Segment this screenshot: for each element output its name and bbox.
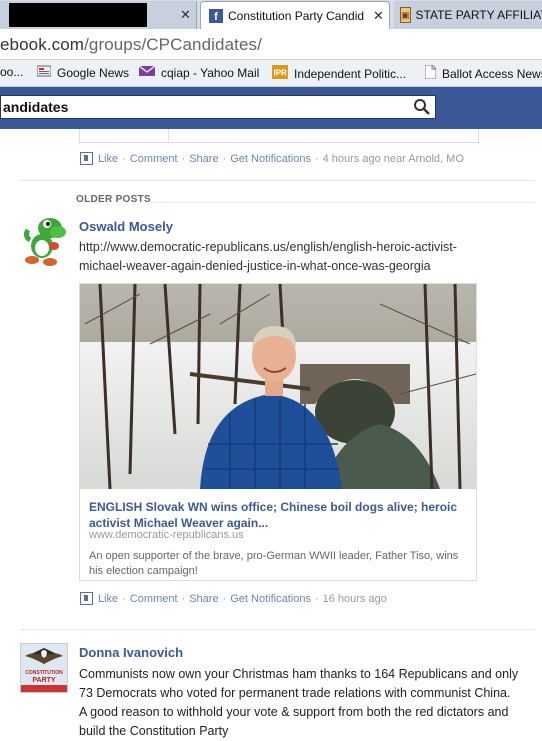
attachment-domain: www.democratic-republicans.us	[89, 529, 244, 541]
older-posts-label: OLDER POSTS	[76, 194, 151, 205]
close-tab-icon[interactable]: ✕	[180, 7, 191, 23]
post-timestamp[interactable]: 16 hours ago	[323, 593, 387, 605]
bookmark-label: oo...	[0, 65, 24, 79]
url-host: ebook.com	[0, 35, 85, 54]
attachment-title[interactable]: ENGLISH Slovak WN wins office; Chinese b…	[89, 499, 469, 531]
share-link[interactable]: Share	[189, 153, 218, 165]
page-icon	[424, 64, 437, 82]
attachment-description: An open supporter of the brave, pro-Germ…	[89, 550, 459, 577]
close-tab-icon[interactable]: ✕	[373, 8, 384, 24]
post-timestamp[interactable]: 4 hours ago near Arnold, MO	[323, 153, 464, 165]
svg-text:CONSTITUTION: CONSTITUTION	[25, 670, 63, 676]
divider	[150, 202, 535, 203]
facebook-header: andidates	[0, 87, 542, 130]
bookmark-label: Ballot Access News	[442, 66, 542, 81]
post-actions: Like · Comment · Share · Get Notifications ·…	[80, 592, 387, 605]
search-value: andidates	[3, 99, 69, 115]
bookmark-yahoo-mail[interactable]: cqiap - Yahoo Mail	[138, 65, 260, 80]
comment-link[interactable]: Comment	[130, 153, 178, 165]
attachment-photo[interactable]	[80, 284, 476, 489]
tab-strip: ✕ f Constitution Party Candid ✕ ▣ STATE …	[0, 0, 542, 29]
avatar-constitution-party[interactable]: CONSTITUTION PARTY	[20, 643, 68, 693]
svg-text:PARTY: PARTY	[32, 677, 56, 684]
divider	[20, 180, 535, 181]
get-notifications-link[interactable]: Get Notifications	[230, 153, 311, 165]
like-icon	[80, 592, 93, 605]
group-feed: Like · Comment · Share · Get Notifications ·…	[0, 129, 542, 738]
bookmark-item[interactable]: oo...	[0, 65, 23, 79]
redaction-block	[9, 3, 147, 27]
mail-icon	[138, 65, 156, 80]
ipr-icon: IPR	[272, 65, 288, 82]
bookmark-label: Google News	[57, 65, 130, 80]
news-icon	[36, 65, 52, 80]
link-attachment[interactable]: ENGLISH Slovak WN wins office; Chinese b…	[79, 283, 477, 581]
tab-label: STATE PARTY AFFILIAT	[415, 8, 542, 22]
previous-attachment-bottom	[79, 129, 479, 143]
bookmark-label: cqiap - Yahoo Mail	[161, 65, 260, 80]
facebook-icon: f	[209, 8, 223, 23]
share-link[interactable]: Share	[189, 593, 218, 605]
tab-constitution-party[interactable]: f Constitution Party Candid ✕	[200, 1, 390, 29]
get-notifications-link[interactable]: Get Notifications	[230, 593, 311, 605]
svg-text:IPR: IPR	[274, 69, 288, 78]
bookmark-google-news[interactable]: Google News	[36, 65, 130, 80]
url-text[interactable]: ebook.com/groups/CPCandidates/	[0, 35, 262, 55]
like-link[interactable]: Like	[98, 593, 118, 605]
comment-link[interactable]: Comment	[130, 593, 178, 605]
post-text: Communists now own your Christmas ham th…	[79, 667, 519, 738]
bookmark-ipr[interactable]: IPR Independent Politic...	[272, 65, 406, 82]
post-author[interactable]: Donna Ivanovich	[79, 645, 183, 660]
bookmarks-bar: oo... Google News cqiap - Yahoo Mail IPR…	[0, 60, 542, 87]
post-link[interactable]: http://www.democratic-republicans.us/eng…	[79, 238, 499, 276]
like-icon	[80, 152, 93, 165]
like-link[interactable]: Like	[98, 153, 118, 165]
tab-label: Constitution Party Candid	[228, 8, 365, 23]
tab-redacted[interactable]: ✕	[0, 1, 197, 29]
address-bar[interactable]: ebook.com/groups/CPCandidates/	[0, 29, 542, 60]
avatar-yoshi[interactable]	[20, 216, 68, 270]
post-author[interactable]: Oswald Mosely	[79, 219, 173, 234]
search-icon[interactable]	[413, 98, 431, 116]
search-input[interactable]: andidates	[0, 95, 436, 119]
page-icon: ▣	[400, 7, 411, 23]
post-actions: Like · Comment · Share · Get Notifications ·…	[80, 152, 464, 165]
divider	[20, 629, 535, 630]
url-path: /groups/CPCandidates/	[84, 35, 262, 54]
bookmark-label: Independent Politic...	[294, 66, 407, 81]
bookmark-ballot-access[interactable]: Ballot Access News	[424, 64, 542, 82]
tab-state-party[interactable]: ▣ STATE PARTY AFFILIAT	[394, 1, 542, 29]
